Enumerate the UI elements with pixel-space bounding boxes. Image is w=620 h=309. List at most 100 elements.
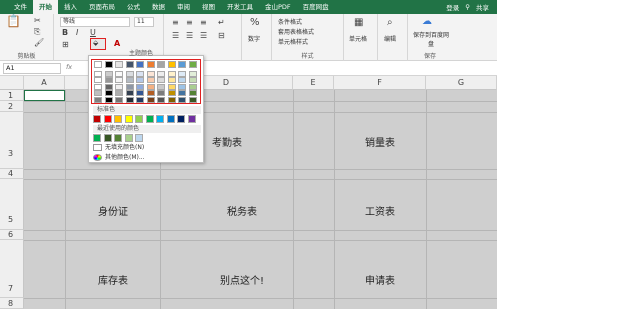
cut-icon[interactable]: ✂: [34, 16, 41, 26]
align-right-icon[interactable]: ☰: [200, 31, 207, 41]
cell-d7[interactable]: 别点这个!: [182, 272, 302, 287]
theme-color-swatch[interactable]: [125, 61, 134, 68]
theme-color-swatch[interactable]: [94, 61, 102, 68]
theme-color-swatch[interactable]: [157, 70, 165, 77]
theme-color-swatch[interactable]: [146, 70, 155, 77]
search-icon[interactable]: ⌕: [387, 18, 393, 28]
theme-color-swatch[interactable]: [104, 77, 113, 83]
cells-button[interactable]: 单元格: [349, 34, 367, 43]
cell-f3[interactable]: 销量表: [320, 134, 440, 149]
save-to-netdisk-button[interactable]: 保存到百度网盘: [412, 30, 450, 48]
theme-color-swatch[interactable]: [167, 90, 176, 96]
theme-color-swatch[interactable]: [115, 77, 123, 83]
menu-kingsoft-pdf[interactable]: 金山PDF: [259, 0, 297, 14]
bold-button[interactable]: B: [62, 28, 68, 38]
fill-color-button[interactable]: ⬙: [90, 38, 106, 50]
theme-color-swatch[interactable]: [157, 77, 165, 83]
name-box[interactable]: A1: [3, 63, 61, 74]
menu-baidu-netdisk[interactable]: 百度网盘: [297, 0, 335, 14]
recent-color-swatch[interactable]: [135, 134, 143, 142]
theme-color-swatch[interactable]: [157, 61, 165, 68]
borders-icon[interactable]: ⊞: [62, 40, 69, 50]
row-header-1[interactable]: 1: [0, 90, 24, 101]
menu-review[interactable]: 审阅: [171, 0, 196, 14]
cloud-icon[interactable]: ☁: [422, 17, 432, 27]
theme-color-swatch[interactable]: [104, 96, 113, 103]
standard-color-swatch[interactable]: [166, 115, 175, 123]
cell-b5[interactable]: 身份证: [53, 203, 173, 218]
theme-color-swatch[interactable]: [136, 90, 144, 96]
conditional-format-button[interactable]: 条件格式: [278, 17, 302, 26]
column-header-f[interactable]: F: [334, 76, 426, 90]
recent-color-swatch[interactable]: [103, 134, 112, 142]
row-header-3[interactable]: 3: [0, 112, 24, 169]
theme-color-swatch[interactable]: [146, 77, 155, 83]
cell-f5[interactable]: 工资表: [320, 203, 440, 218]
select-all-corner[interactable]: [0, 76, 24, 90]
align-middle-icon[interactable]: ≡: [186, 18, 193, 28]
standard-color-swatch[interactable]: [177, 115, 185, 123]
theme-color-swatch[interactable]: [104, 70, 113, 77]
copy-icon[interactable]: ⎘: [34, 27, 40, 37]
theme-color-swatch[interactable]: [115, 90, 123, 96]
theme-color-swatch[interactable]: [125, 90, 134, 96]
percent-icon[interactable]: %: [250, 18, 260, 28]
row-header-5[interactable]: 5: [0, 179, 24, 230]
active-cell-a1[interactable]: [24, 90, 65, 101]
theme-color-swatch[interactable]: [188, 83, 197, 90]
format-painter-icon[interactable]: 🖌: [34, 38, 44, 48]
login-link[interactable]: 登录: [446, 2, 459, 12]
theme-color-swatch[interactable]: [167, 70, 176, 77]
align-top-icon[interactable]: ≡: [172, 18, 179, 28]
cells-icon[interactable]: ▦: [354, 18, 363, 28]
table-format-button[interactable]: 套用表格格式: [278, 27, 314, 36]
theme-color-swatch[interactable]: [157, 83, 165, 90]
cell-f7[interactable]: 申请表: [320, 272, 440, 287]
theme-color-swatch[interactable]: [104, 61, 113, 68]
align-left-icon[interactable]: ☰: [172, 31, 179, 41]
no-fill-option[interactable]: 无填充颜色(N): [93, 143, 144, 152]
row-header-8[interactable]: 8: [0, 298, 24, 309]
theme-color-swatch[interactable]: [178, 70, 186, 77]
menu-developer[interactable]: 开发工具: [221, 0, 259, 14]
theme-color-swatch[interactable]: [157, 90, 165, 96]
theme-color-swatch[interactable]: [136, 96, 144, 103]
theme-color-swatch[interactable]: [167, 96, 176, 103]
theme-color-swatch[interactable]: [178, 90, 186, 96]
share-button[interactable]: 共享: [476, 2, 489, 12]
standard-color-swatch[interactable]: [93, 115, 101, 123]
standard-color-swatch[interactable]: [156, 115, 164, 123]
theme-color-swatch[interactable]: [94, 77, 102, 83]
theme-color-swatch[interactable]: [146, 61, 155, 68]
row-header-6[interactable]: 6: [0, 230, 24, 240]
theme-color-swatch[interactable]: [136, 83, 144, 90]
menu-data[interactable]: 数据: [146, 0, 171, 14]
theme-color-swatch[interactable]: [115, 61, 123, 68]
theme-color-swatch[interactable]: [178, 83, 186, 90]
cell-style-button[interactable]: 单元格样式: [278, 37, 308, 46]
column-header-a[interactable]: A: [24, 76, 65, 90]
font-size-select[interactable]: 11: [134, 17, 154, 27]
menu-formulas[interactable]: 公式: [121, 0, 146, 14]
fx-icon[interactable]: fx: [66, 63, 72, 71]
align-center-icon[interactable]: ☰: [186, 31, 193, 41]
theme-color-swatch[interactable]: [167, 77, 176, 83]
theme-color-swatch[interactable]: [146, 83, 155, 90]
standard-color-swatch[interactable]: [103, 115, 112, 123]
theme-color-swatch[interactable]: [94, 83, 102, 90]
row-header-2[interactable]: 2: [0, 101, 24, 112]
menu-file[interactable]: 文件: [8, 0, 33, 14]
theme-color-swatch[interactable]: [94, 96, 102, 103]
theme-color-swatch[interactable]: [157, 96, 165, 103]
theme-color-swatch[interactable]: [125, 96, 134, 103]
wrap-text-icon[interactable]: ↵: [218, 18, 225, 28]
standard-color-swatch[interactable]: [114, 115, 122, 123]
theme-color-swatch[interactable]: [136, 77, 144, 83]
theme-color-swatch[interactable]: [115, 70, 123, 77]
theme-color-swatch[interactable]: [167, 83, 176, 90]
standard-color-swatch[interactable]: [124, 115, 133, 123]
theme-color-swatch[interactable]: [188, 77, 197, 83]
theme-color-swatch[interactable]: [136, 70, 144, 77]
theme-color-swatch[interactable]: [188, 90, 197, 96]
standard-color-swatch[interactable]: [187, 115, 196, 123]
